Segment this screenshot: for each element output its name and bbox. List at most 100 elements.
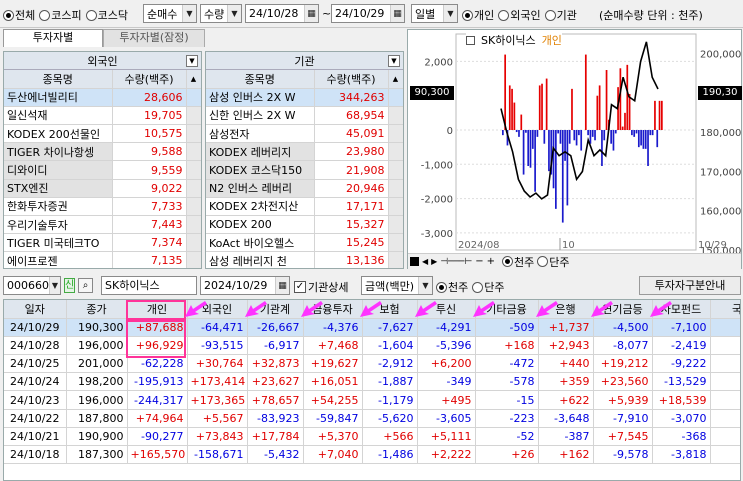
scroll-up-icon[interactable]: ▲: [186, 70, 201, 89]
stop-icon[interactable]: [410, 257, 419, 266]
investor-chart[interactable]: 2,0000-1,000-2,000-3,000 200,000190,0001…: [407, 29, 742, 269]
market-radio-kospi[interactable]: 코스피: [39, 7, 82, 23]
table-row[interactable]: 두산에너빌리티 28,606: [4, 88, 201, 107]
table-row[interactable]: 디와이디 9,559: [4, 160, 201, 180]
scroll-right-icon[interactable]: ▶: [431, 257, 437, 266]
table-row[interactable]: 24/10/25 201,000 -62,228 +30,764 +32,873 +19,…: [4, 354, 740, 374]
scrollbar-track[interactable]: [185, 197, 201, 217]
calendar-icon[interactable]: ▦: [390, 5, 404, 22]
scrollbar-track[interactable]: [185, 179, 201, 198]
stock-name-cell[interactable]: 일신석재: [4, 106, 113, 126]
stock-name-cell[interactable]: 에이프로젠: [4, 251, 113, 268]
scrollbar-track[interactable]: [185, 233, 201, 253]
table-row[interactable]: KODEX 2차전지산 17,171: [206, 197, 403, 217]
table-row[interactable]: KoAct 바이오헬스 15,245: [206, 233, 403, 253]
radio-single-shares[interactable]: 단주: [537, 254, 570, 270]
zoom-in-icon[interactable]: +: [487, 256, 495, 267]
scroll-left-icon[interactable]: ◀: [422, 257, 428, 266]
calendar-icon[interactable]: ▦: [275, 277, 289, 294]
table-row[interactable]: N2 인버스 레버리 20,946: [206, 179, 403, 198]
table-row[interactable]: 신한 인버스 2X W 68,954: [206, 106, 403, 126]
table-row[interactable]: 24/10/23 196,000 -244,317 +173,365 +78,657 +5…: [4, 390, 740, 410]
table-row[interactable]: 일신석재 19,705: [4, 106, 201, 126]
scrollbar-track[interactable]: [387, 251, 403, 268]
investor-radio-institution[interactable]: 기관: [544, 7, 577, 23]
chevron-down-icon[interactable]: ▼: [186, 55, 198, 67]
radio-thousand[interactable]: 천주: [436, 279, 468, 295]
unit-select[interactable]: 수량 ▼: [200, 4, 242, 23]
col-header-name[interactable]: 종목명: [4, 70, 113, 89]
table-row[interactable]: KODEX 200선물인 10,575: [4, 124, 201, 144]
tab-investor[interactable]: 투자자별: [3, 29, 103, 47]
table-row[interactable]: KODEX 코스닥150 21,908: [206, 160, 403, 180]
stock-name-cell[interactable]: 삼성전자: [206, 124, 315, 144]
stock-name-cell[interactable]: STX엔진: [4, 179, 113, 198]
investor-guide-button[interactable]: 투자자구분안내: [639, 276, 741, 295]
table-row[interactable]: 24/10/22 187,800 +74,964 +5,567 -83,923 -59,8…: [4, 409, 740, 428]
investor-radio-foreign[interactable]: 외국인: [498, 7, 541, 23]
table-row[interactable]: 24/10/18 187,300 +165,570 -158,671 -5,432 +7,…: [4, 445, 740, 465]
table-row[interactable]: 한화투자증권 7,733: [4, 197, 201, 217]
radio-single[interactable]: 단주: [472, 279, 505, 295]
legend-checkbox[interactable]: [466, 35, 475, 45]
tab-investor-provisional[interactable]: 투자자별(잠정): [103, 29, 205, 47]
table-row[interactable]: KODEX 200 15,327: [206, 215, 403, 235]
table-row[interactable]: 에이프로젠 7,135: [4, 251, 201, 268]
table-row[interactable]: 우리기술투자 7,443: [4, 215, 201, 235]
stock-name-cell[interactable]: KoAct 바이오헬스: [206, 233, 315, 253]
scroll-up-icon[interactable]: ▲: [388, 70, 403, 89]
stock-name-cell[interactable]: 디와이디: [4, 160, 113, 180]
radio-thousand-shares[interactable]: 천주: [502, 254, 534, 270]
scrollbar-track[interactable]: [185, 106, 201, 126]
table-row[interactable]: KODEX 레버리지 23,980: [206, 142, 403, 162]
scrollbar-track[interactable]: [387, 106, 403, 126]
scrollbar-track[interactable]: [387, 142, 403, 162]
stock-name-cell[interactable]: TIGER 미국테크TO: [4, 233, 113, 253]
table-row[interactable]: 24/10/21 190,900 -90,277 +73,843 +17,784 +5,3…: [4, 427, 740, 447]
table-row[interactable]: 삼성 레버리지 천 13,136: [206, 251, 403, 268]
stock-name-cell[interactable]: 한화투자증권: [4, 197, 113, 217]
stock-date-input[interactable]: 2024/10/29 ▦: [200, 276, 290, 295]
stock-name-cell[interactable]: KODEX 레버리지: [206, 142, 315, 162]
stock-name-cell[interactable]: N2 인버스 레버리: [206, 179, 315, 198]
scrollbar-track[interactable]: [185, 142, 201, 162]
scrollbar-track[interactable]: [387, 233, 403, 253]
date-to-input[interactable]: 24/10/29 ▦: [331, 4, 405, 23]
sort-select[interactable]: 순매수 ▼: [143, 4, 197, 23]
detail-checkbox[interactable]: ✓: [294, 281, 306, 293]
stock-name-cell[interactable]: KODEX 2차전지산: [206, 197, 315, 217]
col-header-qty[interactable]: 수량(백주): [314, 70, 389, 89]
table-row[interactable]: 24/10/28 196,000 +96,929 -93,515 -6,917 +7,46…: [4, 336, 740, 356]
table-row[interactable]: TIGER 차이나항셍 9,588: [4, 142, 201, 162]
col-header-name[interactable]: 종목명: [206, 70, 315, 89]
table-row[interactable]: STX엔진 9,022: [4, 179, 201, 198]
scrollbar-track[interactable]: [387, 124, 403, 144]
detail-checkbox-group[interactable]: ✓ 기관상세: [294, 279, 348, 295]
search-icon[interactable]: ⌕: [78, 278, 93, 293]
scrollbar-track[interactable]: [387, 88, 403, 107]
scrollbar-track[interactable]: [387, 179, 403, 198]
stock-name-cell[interactable]: KODEX 코스닥150: [206, 160, 315, 180]
scrollbar-track[interactable]: [185, 215, 201, 235]
chevron-down-icon[interactable]: ▼: [388, 55, 400, 67]
stock-name-cell[interactable]: KODEX 200: [206, 215, 315, 235]
stock-code-input[interactable]: 000660 ▼: [3, 276, 61, 295]
scrollbar-track[interactable]: [387, 215, 403, 235]
scrollbar-track[interactable]: [185, 160, 201, 180]
stock-name-cell[interactable]: 삼성 인버스 2X W: [206, 88, 315, 107]
scrollbar-track[interactable]: [387, 197, 403, 217]
table-row[interactable]: 24/10/24 198,200 -195,913 +173,414 +23,627 +1…: [4, 372, 740, 392]
stock-name-cell[interactable]: 우리기술투자: [4, 215, 113, 235]
scrollbar-track[interactable]: [185, 88, 201, 107]
scrollbar-track[interactable]: [185, 251, 201, 268]
investor-radio-individual[interactable]: 개인: [462, 7, 494, 23]
table-row[interactable]: 삼성전자 45,091: [206, 124, 403, 144]
market-radio-all[interactable]: 전체: [3, 7, 35, 23]
table-row[interactable]: TIGER 미국테크TO 7,374: [4, 233, 201, 253]
calendar-icon[interactable]: ▦: [304, 5, 318, 22]
stock-name-cell[interactable]: 신한 인버스 2X W: [206, 106, 315, 126]
stock-name-cell[interactable]: 삼성 레버리지 천: [206, 251, 315, 268]
zoom-slider-icon[interactable]: ⊣───⊢: [440, 257, 472, 267]
stock-name-cell[interactable]: KODEX 200선물인: [4, 124, 113, 144]
scrollbar-track[interactable]: [185, 124, 201, 144]
